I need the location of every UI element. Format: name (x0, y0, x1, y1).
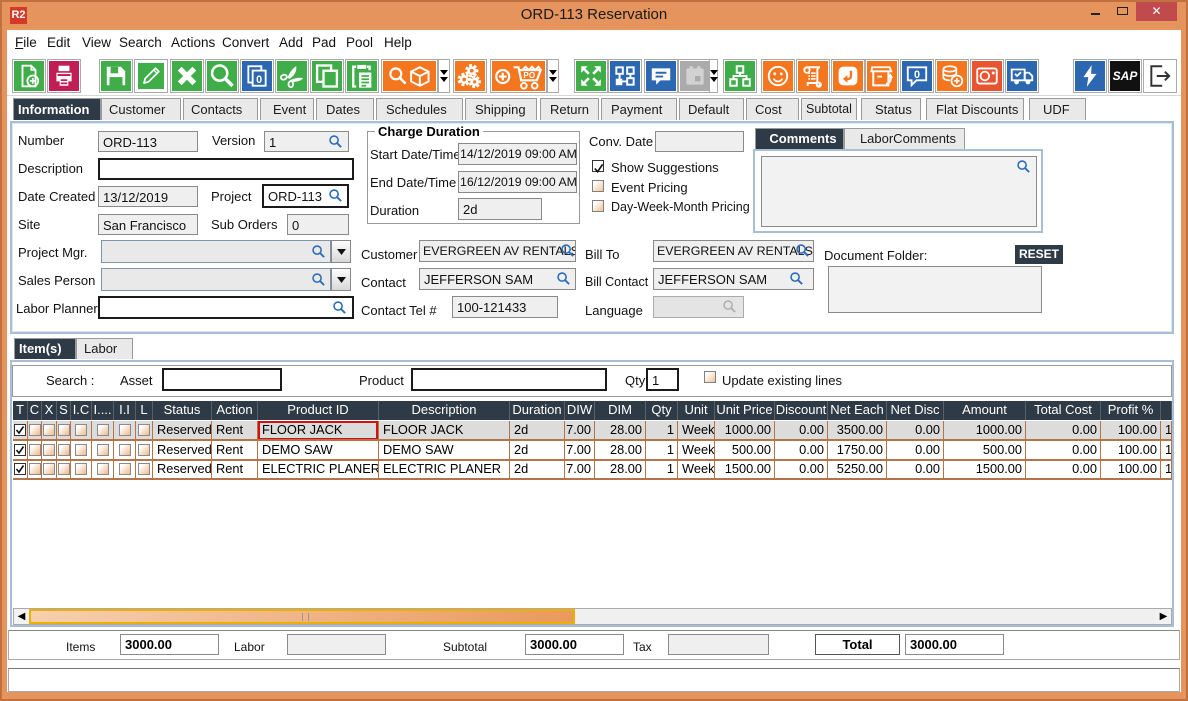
svg-text:0: 0 (256, 74, 262, 86)
svg-text:PO: PO (523, 71, 535, 80)
svg-text:0: 0 (914, 69, 920, 81)
